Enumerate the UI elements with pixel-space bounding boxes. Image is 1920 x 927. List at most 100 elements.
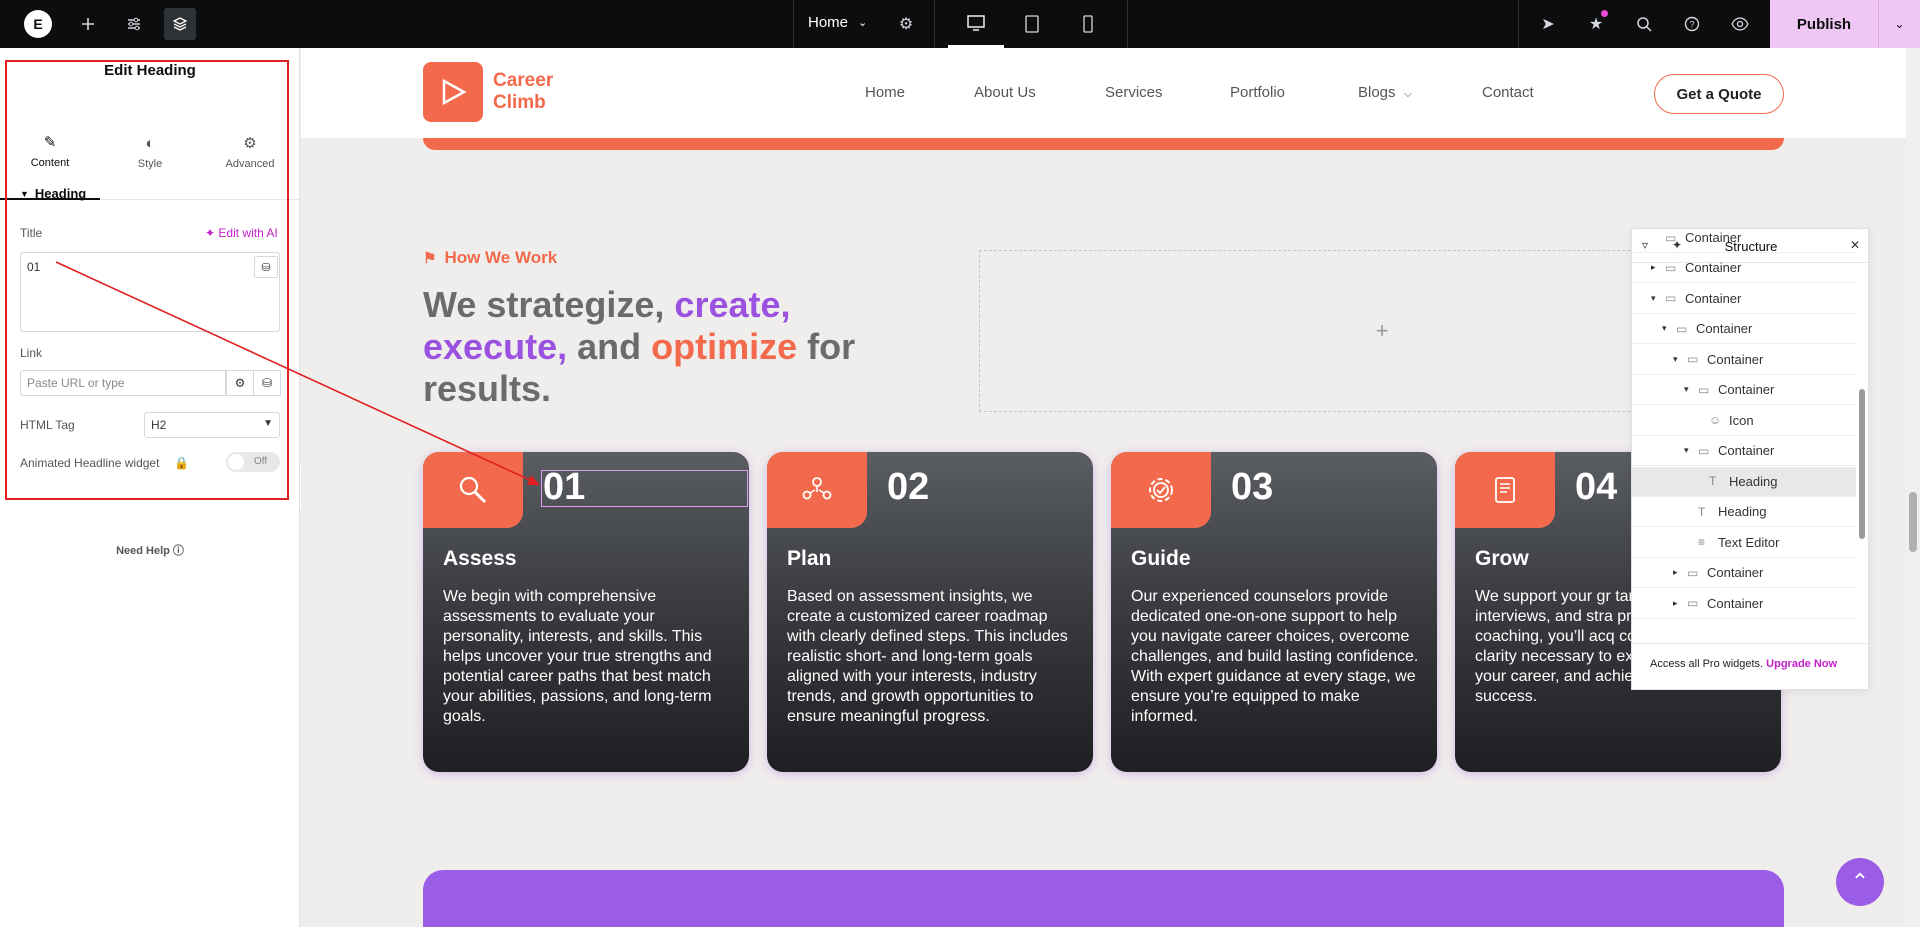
structure-button[interactable] (164, 8, 196, 40)
divider (934, 0, 935, 48)
structure-row[interactable]: ▸ ▭ Container (1632, 558, 1856, 588)
link-dynamic-button[interactable]: ⛁ (253, 370, 281, 396)
site-settings-button[interactable] (118, 8, 150, 40)
link-options-button[interactable]: ⚙ (226, 370, 254, 396)
need-help-link[interactable]: Need Help ⓘ (0, 542, 300, 558)
heading-icon: T (1698, 504, 1706, 519)
launchpad-button[interactable]: ➤ (1532, 8, 1564, 40)
page-scrollbar[interactable] (1906, 48, 1920, 927)
caret-right-icon[interactable]: ▸ (1673, 567, 1687, 578)
caret-down-icon[interactable]: ▾ (1684, 445, 1698, 456)
structure-row[interactable]: ▾ ▭ Container (1632, 314, 1856, 344)
gear-icon: ⚙ (243, 135, 257, 152)
scroll-thumb[interactable] (1909, 492, 1917, 552)
structure-row[interactable]: ▸ ▭ Container (1632, 253, 1856, 283)
process-card[interactable]: 02 Plan Based on assessment insights, we… (767, 452, 1093, 772)
headline-part: We strategize, (423, 284, 675, 325)
scroll-thumb[interactable] (1859, 389, 1865, 539)
card-number[interactable]: 02 (887, 466, 929, 509)
structure-row[interactable]: ▾ ▭ Container (1632, 284, 1856, 314)
animated-headline-toggle[interactable]: Off (226, 452, 280, 472)
text-editor-icon: ≡ (1698, 535, 1706, 549)
html-tag-label: HTML Tag (20, 418, 75, 432)
title-textarea[interactable]: 01 (20, 252, 280, 332)
help-icon: ⓘ (172, 545, 184, 557)
structure-row-label: Container (1718, 443, 1775, 458)
container-icon: ▭ (1665, 291, 1677, 305)
ai-link-label: Edit with AI (218, 226, 278, 240)
caret-down-icon[interactable]: ▾ (1651, 293, 1665, 304)
mobile-view-button[interactable] (1060, 0, 1116, 48)
structure-scrollbar[interactable] (1858, 269, 1866, 639)
container-icon: ▭ (1665, 230, 1677, 245)
structure-row[interactable]: T Heading (1632, 497, 1856, 527)
structure-row[interactable]: ☺ Icon (1632, 406, 1856, 436)
tab-style[interactable]: ◐ Style (100, 104, 200, 200)
structure-row[interactable]: ▸ ▭ Container (1632, 589, 1856, 619)
section-label: Heading (34, 186, 87, 201)
section-heading-toggle[interactable]: ▼ Heading (20, 186, 86, 201)
pencil-icon: ✎ (43, 134, 57, 151)
brand-name[interactable]: Career Climb (493, 70, 553, 114)
magnifier-icon (459, 476, 487, 504)
chevron-down-icon: ⌄ (858, 17, 868, 29)
structure-row[interactable]: T Heading (1632, 466, 1856, 497)
tab-advanced[interactable]: ⚙ Advanced (200, 104, 300, 200)
structure-footer: Access all Pro widgets. Upgrade Now (1632, 643, 1868, 689)
structure-row[interactable]: ▾ ▭ Container (1632, 436, 1856, 466)
editor-topbar: E Home ⌄ ⚙ ➤ ★ ? Publish ⌄ (0, 0, 1920, 48)
card-number[interactable]: 03 (1231, 466, 1273, 509)
elementor-logo-icon[interactable]: E (24, 10, 52, 38)
get-a-quote-button[interactable]: Get a Quote (1654, 74, 1784, 114)
structure-row[interactable]: ≡ Text Editor (1632, 528, 1856, 558)
help-button[interactable]: ? (1676, 8, 1708, 40)
toggle-label: Off (254, 456, 268, 467)
eye-icon (1731, 17, 1749, 31)
card-number[interactable]: 04 (1575, 466, 1617, 509)
page-settings-button[interactable]: ⚙ (890, 8, 922, 40)
structure-row[interactable]: ▾ ▭ Container (1632, 345, 1856, 375)
nav-services[interactable]: Services (1105, 84, 1163, 101)
link-input[interactable]: Paste URL or type (20, 370, 226, 396)
structure-row[interactable]: ▭ Container (1632, 229, 1856, 253)
caret-right-icon[interactable]: ▸ (1673, 598, 1687, 609)
dynamic-tags-button[interactable]: ⛁ (254, 256, 278, 278)
html-tag-select[interactable]: H2 ▼ (144, 412, 280, 438)
select-value: H2 (151, 418, 167, 432)
container-icon: ▭ (1687, 596, 1699, 610)
section-headline[interactable]: We strategize, create, execute, and opti… (423, 284, 943, 410)
search-button[interactable] (1628, 8, 1660, 40)
nav-about-us[interactable]: About Us (974, 84, 1036, 101)
sparkle-icon: ✦ (205, 226, 216, 240)
scroll-to-top-button[interactable]: ⌃ (1836, 858, 1884, 906)
tablet-view-button[interactable] (1004, 0, 1060, 48)
page-selector[interactable]: Home ⌄ (808, 14, 867, 31)
caret-right-icon[interactable]: ▸ (1651, 262, 1665, 273)
upgrade-now-link[interactable]: Upgrade Now (1766, 658, 1837, 670)
desktop-view-button[interactable] (948, 0, 1004, 48)
preview-button[interactable] (1724, 8, 1756, 40)
caret-down-icon[interactable]: ▾ (1673, 354, 1687, 365)
add-element-button[interactable] (72, 8, 104, 40)
nav-portfolio[interactable]: Portfolio (1230, 84, 1285, 101)
structure-row-label: Container (1707, 595, 1764, 611)
card-icon-box (1111, 452, 1211, 528)
nav-home[interactable]: Home (865, 84, 905, 101)
nav-contact[interactable]: Contact (1482, 84, 1534, 101)
desktop-icon (967, 14, 985, 31)
team-icon (802, 477, 832, 500)
edit-with-ai-button[interactable]: ✦ Edit with AI (205, 226, 278, 240)
caret-down-icon[interactable]: ▾ (1662, 323, 1676, 334)
publish-button[interactable]: Publish (1770, 0, 1878, 48)
card-description: Based on assessment insights, we create … (787, 588, 1068, 725)
caret-down-icon[interactable]: ▾ (1684, 384, 1698, 395)
structure-row-label: Container (1685, 230, 1742, 245)
career-climb-logo[interactable] (423, 62, 483, 122)
nav-blogs[interactable]: Blogs ⌵ (1358, 84, 1412, 101)
card-title: Plan (787, 547, 832, 570)
structure-row[interactable]: ▾ ▭ Container (1632, 375, 1856, 405)
process-card[interactable]: 03 Guide Our experienced counselors prov… (1111, 452, 1437, 772)
structure-row-label: Container (1707, 351, 1764, 367)
publish-options-button[interactable]: ⌄ (1878, 0, 1920, 48)
structure-row-label: Heading (1718, 504, 1767, 519)
